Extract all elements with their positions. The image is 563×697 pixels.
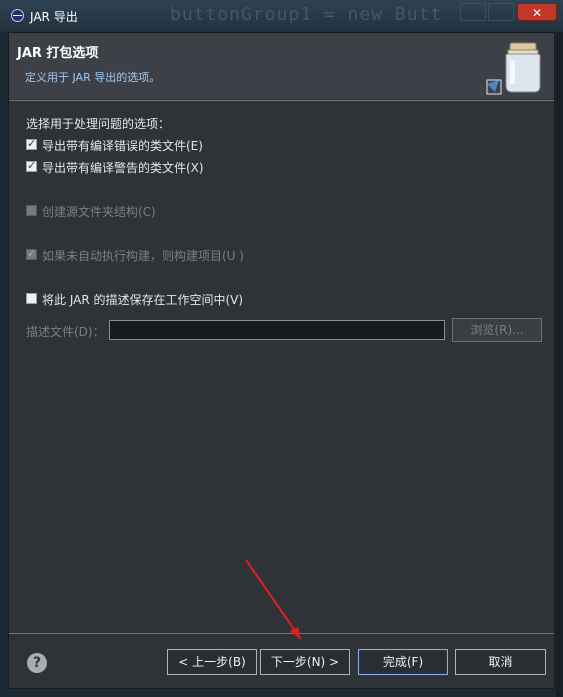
cancel-button[interactable]: 取消 <box>455 649 546 675</box>
browse-button[interactable]: 浏览(R)... <box>452 318 542 342</box>
window-title: JAR 导出 <box>30 10 78 24</box>
description-file-label: 描述文件(D)： <box>26 325 105 339</box>
jar-export-dialog: JAR 打包选项 定义用于 JAR 导出的选项。 选择用于处理问题的选项： 导出… <box>8 32 555 689</box>
export-warnings-label[interactable]: 导出带有编译警告的类文件(X) <box>42 159 204 176</box>
eclipse-icon <box>11 9 24 22</box>
header-divider <box>9 100 554 101</box>
page-title: JAR 打包选项 <box>17 46 99 61</box>
save-description-label[interactable]: 将此 JAR 的描述保存在工作空间中(V) <box>42 291 243 308</box>
save-description-checkbox[interactable] <box>26 293 37 304</box>
build-if-needed-checkbox[interactable] <box>26 247 37 260</box>
export-errors-label[interactable]: 导出带有编译错误的类文件(E) <box>42 137 203 154</box>
background-code-text: buttonGroup1 = new Butt <box>170 4 443 25</box>
create-source-folder-label[interactable]: 创建源文件夹结构(C) <box>42 203 156 220</box>
page-description: 定义用于 JAR 导出的选项。 <box>25 71 161 84</box>
minimize-button[interactable] <box>460 3 486 21</box>
maximize-button[interactable] <box>488 3 514 21</box>
dialog-header: JAR 打包选项 定义用于 JAR 导出的选项。 <box>9 33 554 99</box>
title-bar: buttonGroup1 = new Butt JAR 导出 ✕ <box>0 0 563 32</box>
create-source-folder-checkbox[interactable] <box>26 205 37 216</box>
jar-wizard-icon <box>486 42 541 95</box>
problems-options-label: 选择用于处理问题的选项： <box>26 117 171 131</box>
export-warnings-checkbox[interactable] <box>26 159 37 172</box>
next-button[interactable]: 下一步(N) > <box>260 649 350 675</box>
close-button[interactable]: ✕ <box>517 3 557 21</box>
export-errors-checkbox[interactable] <box>26 137 37 150</box>
build-if-needed-label[interactable]: 如果未自动执行构建，则构建项目(U ) <box>42 247 244 264</box>
finish-button[interactable]: 完成(F) <box>358 649 448 675</box>
background-editor-strip <box>556 32 563 697</box>
footer-divider <box>9 633 554 634</box>
back-button[interactable]: < 上一步(B) <box>167 649 257 675</box>
description-file-input[interactable] <box>109 320 445 340</box>
help-icon[interactable]: ? <box>27 653 47 673</box>
